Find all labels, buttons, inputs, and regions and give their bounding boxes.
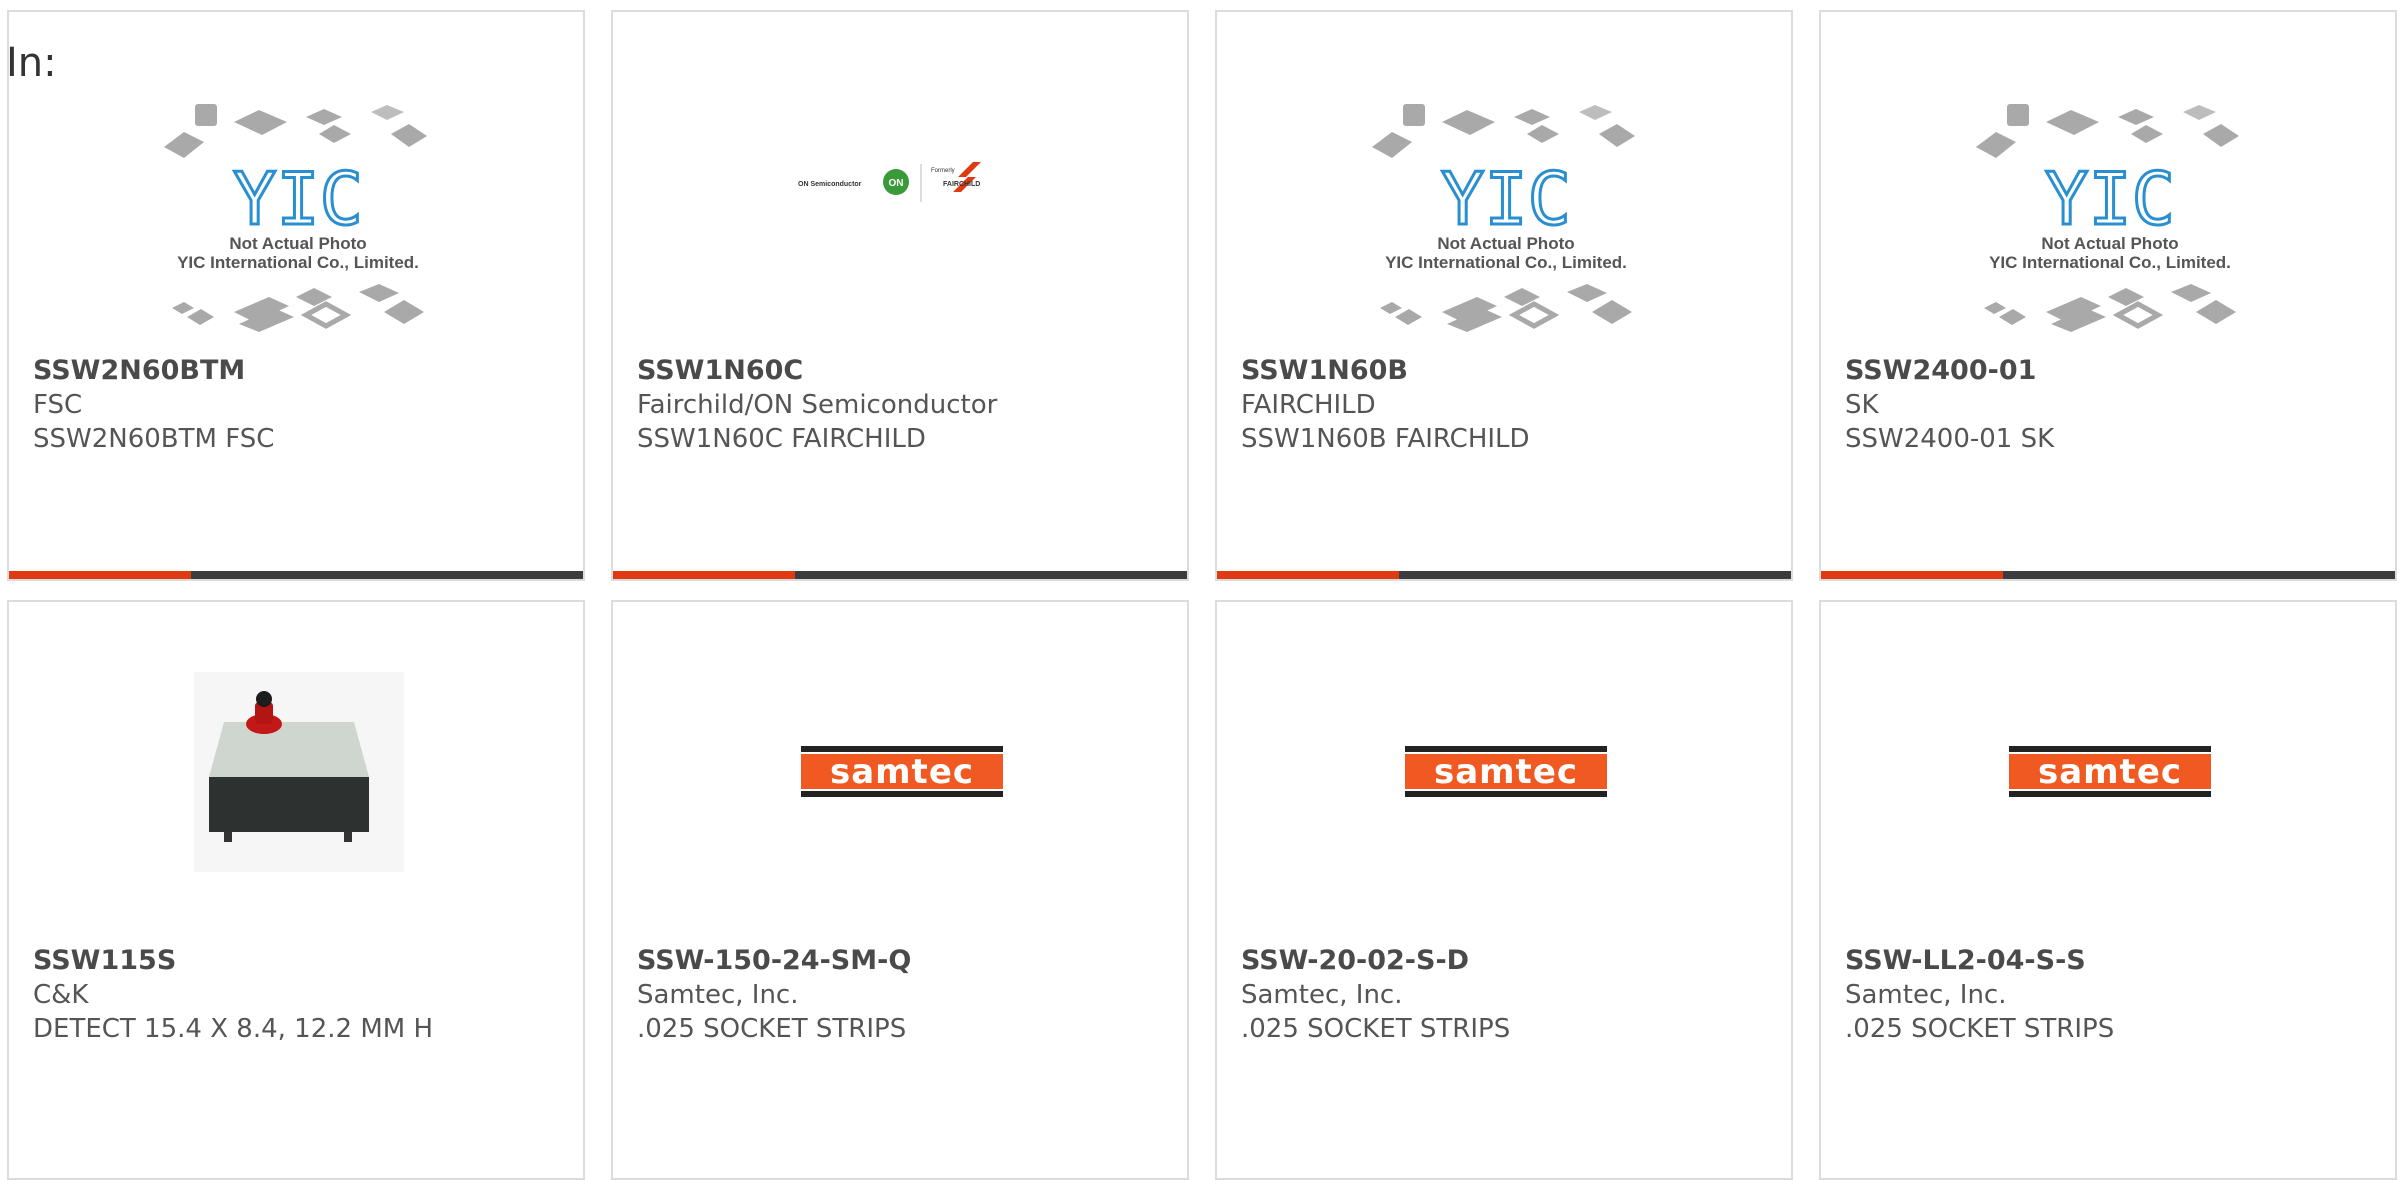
manufacturer: Samtec, Inc. [1241,980,1403,1010]
part-number[interactable]: SSW1N60B [1241,354,1781,388]
description: .025 SOCKET STRIPS [1845,1014,2115,1044]
description: .025 SOCKET STRIPS [1241,1014,1511,1044]
part-number[interactable]: SSW2400-01 [1845,354,2385,388]
description: SSW2400-01 SK [1845,424,2055,454]
product-card[interactable]: SSW115S C&K DETECT 15.4 X 8.4, 12.2 MM H [7,600,585,1180]
description: SSW1N60C FAIRCHILD [637,424,926,454]
manufacturer: SK [1845,390,1879,420]
product-image[interactable] [9,602,583,942]
product-image[interactable]: samtec [1821,602,2395,942]
manufacturer: Fairchild/ON Semiconductor [637,390,998,420]
manufacturer: Samtec, Inc. [637,980,799,1010]
not-actual-photo-image: YIC Not Actual Photo YIC International C… [1976,104,2239,332]
description: SSW2N60BTM FSC [33,424,275,454]
on-fairchild-logo: ON Semiconductor ON Formerly FAIRCHILD [798,162,981,202]
placeholder-line1: Not Actual Photo [1437,234,1574,253]
on-badge: ON [889,178,904,189]
description: .025 SOCKET STRIPS [637,1014,907,1044]
placeholder-line2: YIC International Co., Limited. [1385,253,1627,272]
placeholder-line1: Not Actual Photo [2041,234,2178,253]
placeholder-line2: YIC International Co., Limited. [1989,253,2231,272]
card-bar-accent [1821,571,2003,579]
product-card[interactable]: YIC Not Actual Photo YIC International C… [1819,10,2397,581]
part-number[interactable]: SSW115S [33,944,573,978]
card-bar [9,571,583,579]
product-card[interactable]: samtec SSW-LL2-04-S-S Samtec, Inc. .025 … [1819,600,2397,1180]
part-number[interactable]: SSW-150-24-SM-Q [637,944,1177,978]
card-bar-accent [9,571,191,579]
card-bar [1217,571,1791,579]
part-number[interactable]: SSW2N60BTM [33,354,573,388]
part-number[interactable]: SSW1N60C [637,354,1177,388]
product-image[interactable]: samtec [1217,602,1791,942]
manufacturer: FSC [33,390,83,420]
formerly-text: Formerly [931,168,955,174]
placeholder-line1: Not Actual Photo [229,234,366,253]
on-semi-text: ON Semiconductor [798,181,862,188]
samtec-text: samtec [1434,752,1578,792]
samtec-text: samtec [2038,752,2182,792]
product-image[interactable]: YIC Not Actual Photo YIC International C… [1217,12,1791,352]
product-image[interactable]: YIC Not Actual Photo YIC International C… [1821,12,2395,352]
in-label: In: [6,40,57,86]
card-bar-accent [613,571,795,579]
manufacturer: C&K [33,980,89,1010]
yic-logo: YIC [233,157,363,241]
product-card[interactable]: samtec SSW-20-02-S-D Samtec, Inc. .025 S… [1215,600,1793,1180]
card-bar-accent [1217,571,1399,579]
product-card[interactable]: ON Semiconductor ON Formerly FAIRCHILD S… [611,10,1189,581]
manufacturer: FAIRCHILD [1241,390,1376,420]
placeholder-line2: YIC International Co., Limited. [177,253,419,272]
not-actual-photo-image: YIC Not Actual Photo YIC International C… [164,104,427,332]
product-image[interactable]: YIC Not Actual Photo YIC International C… [9,12,583,352]
fairchild-text: FAIRCHILD [943,181,980,188]
not-actual-photo-image: YIC Not Actual Photo YIC International C… [1372,104,1635,332]
product-image[interactable]: ON Semiconductor ON Formerly FAIRCHILD [613,12,1187,352]
card-bar [1821,571,2395,579]
part-number[interactable]: SSW-20-02-S-D [1241,944,1781,978]
samtec-logo: samtec [1405,746,1607,797]
samtec-logo: samtec [2009,746,2211,797]
yic-logo: YIC [2045,157,2175,241]
product-card[interactable]: YIC Not Actual Photo YIC International C… [1215,10,1793,581]
product-card[interactable]: YIC Not Actual Photo YIC International C… [7,10,585,581]
samtec-logo: samtec [801,746,1003,797]
card-bar [613,571,1187,579]
description: SSW1N60B FAIRCHILD [1241,424,1530,454]
yic-logo: YIC [1441,157,1571,241]
samtec-text: samtec [830,752,974,792]
part-number[interactable]: SSW-LL2-04-S-S [1845,944,2385,978]
product-image[interactable]: samtec [613,602,1187,942]
product-card[interactable]: samtec SSW-150-24-SM-Q Samtec, Inc. .025… [611,600,1189,1180]
switch-photo [194,672,404,872]
description: DETECT 15.4 X 8.4, 12.2 MM H [33,1014,434,1044]
manufacturer: Samtec, Inc. [1845,980,2007,1010]
